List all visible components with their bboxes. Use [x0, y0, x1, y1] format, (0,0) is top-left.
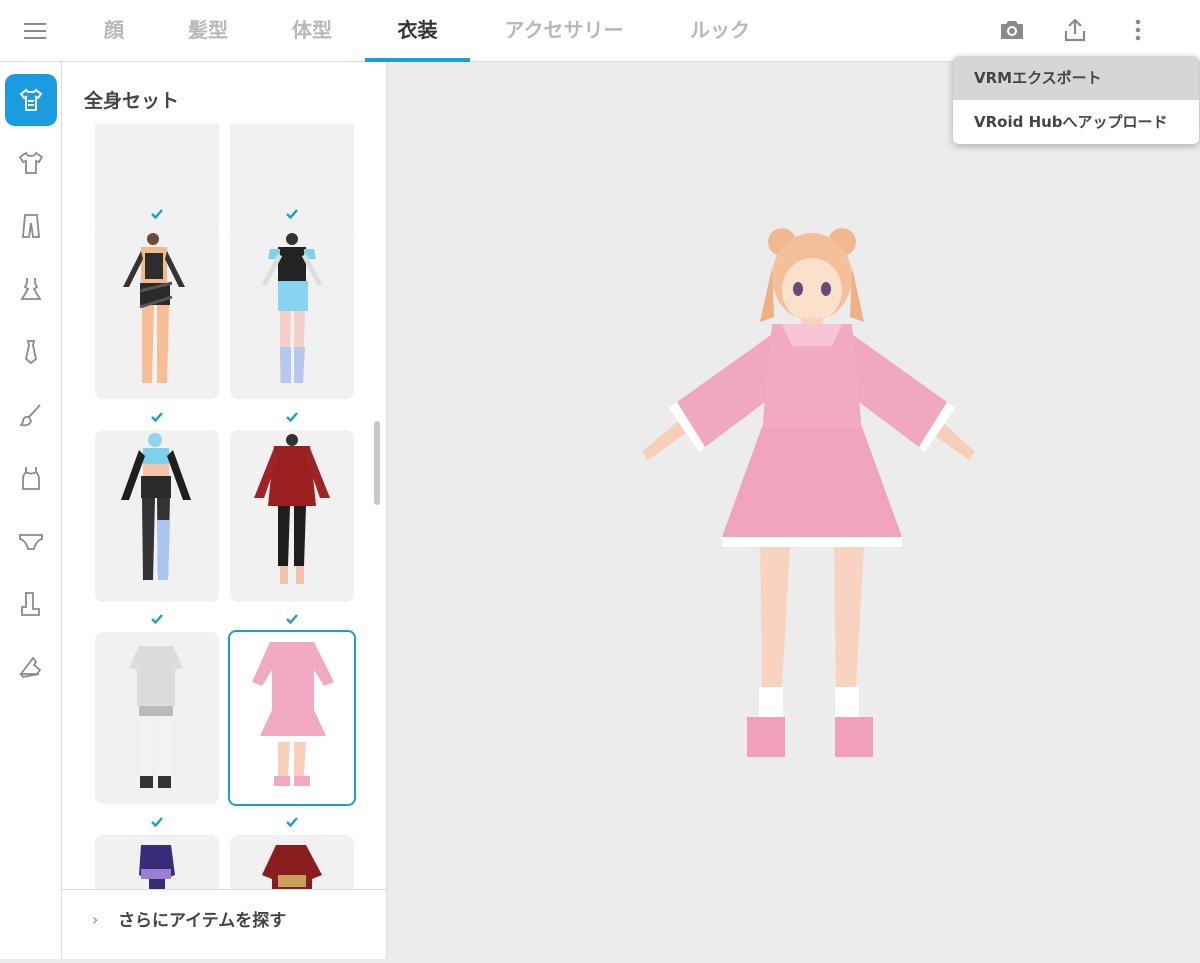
tab-look[interactable]: ルック [680, 0, 760, 62]
check-icon [151, 209, 163, 220]
check-icon [286, 412, 298, 423]
export-menu: VRMエクスポート VRoid Hubへアップロード [953, 56, 1199, 144]
rail-dress[interactable] [5, 263, 57, 315]
shoes-icon [19, 656, 42, 678]
top-bar: 顔 髪型 体型 衣装 アクセサリー ルック [0, 0, 1200, 62]
rail-shoes[interactable] [5, 641, 57, 693]
tab-accessory[interactable]: アクセサリー [494, 0, 634, 62]
avatar-model [642, 228, 975, 757]
brush-icon [19, 404, 41, 427]
check-icon [286, 817, 298, 828]
category-rail [0, 62, 62, 959]
rail-tops[interactable] [5, 137, 57, 189]
share-upload-icon[interactable] [1060, 15, 1090, 45]
panel-scrollbar[interactable] [374, 421, 380, 505]
tab-face[interactable]: 顔 [92, 0, 136, 62]
tab-body[interactable]: 体型 [282, 0, 342, 62]
menu-item-vroid-hub-upload[interactable]: VRoid Hubへアップロード [953, 100, 1199, 144]
socks-icon [21, 592, 40, 616]
rail-full-outfit[interactable] [5, 74, 57, 126]
find-more-label: さらにアイテムを探す [118, 911, 287, 931]
underwear-icon [19, 534, 43, 550]
full-outfit-icon [19, 88, 43, 111]
menu-item-vrm-export[interactable]: VRMエクスポート [953, 56, 1199, 100]
necktie-icon [25, 340, 37, 365]
outfit-card[interactable] [95, 632, 219, 804]
rail-underwear[interactable] [5, 515, 57, 567]
hamburger-menu-icon[interactable] [22, 20, 48, 42]
tanktop-icon [22, 467, 40, 490]
rail-necktie[interactable] [5, 326, 57, 378]
rail-bottoms[interactable] [5, 200, 57, 252]
panel-title: 全身セット [84, 90, 180, 112]
check-icon [151, 412, 163, 423]
outfit-grid [62, 124, 386, 950]
check-icon [151, 614, 163, 625]
rail-tanktop[interactable] [5, 452, 57, 504]
chevron-right-icon: › [92, 910, 99, 929]
check-icon [286, 614, 298, 625]
outfit-card[interactable] [230, 430, 354, 602]
outfit-card-selected[interactable] [228, 630, 356, 806]
avatar-viewport[interactable] [387, 62, 1200, 959]
tshirt-icon [18, 151, 44, 174]
check-icon [151, 817, 163, 828]
outfit-card[interactable] [95, 227, 219, 399]
rail-socks[interactable] [5, 578, 57, 630]
tab-hairstyle[interactable]: 髪型 [178, 0, 238, 62]
check-icon [286, 209, 298, 220]
pants-icon [22, 214, 40, 238]
outfit-panel: 全身セット › さらにアイテムを探す [62, 62, 387, 959]
camera-icon[interactable] [997, 15, 1027, 45]
more-vertical-icon[interactable] [1123, 15, 1153, 45]
dress-icon [20, 278, 42, 300]
outfit-card[interactable] [230, 227, 354, 399]
find-more-items-button[interactable]: › さらにアイテムを探す [62, 889, 386, 959]
rail-paint[interactable] [5, 389, 57, 441]
tab-outfit[interactable]: 衣装 [365, 0, 470, 62]
outfit-card[interactable] [95, 430, 219, 602]
